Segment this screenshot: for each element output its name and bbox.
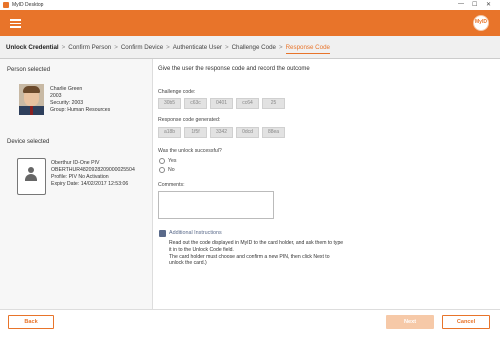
minimize-button[interactable]: — (458, 1, 464, 7)
device-serial: OBERTHUR4820928209000025504 (51, 167, 135, 173)
person-id: 2003 (50, 93, 62, 99)
breadcrumb-separator: > (278, 44, 283, 51)
device-section-title: Device selected (7, 139, 50, 145)
breadcrumb-confirm-device: Confirm Device (120, 44, 164, 51)
person-group: Group: Human Resources (50, 107, 111, 113)
person-name: Charlie Green (50, 86, 83, 92)
response-code-5: 88ea (262, 127, 285, 138)
breadcrumb-confirm-person: Confirm Person (68, 44, 112, 51)
yes-radio[interactable] (159, 158, 165, 164)
myid-logo: MyID (473, 15, 489, 31)
breadcrumb-separator: > (166, 44, 170, 51)
response-code-label: Response code generated: (158, 117, 221, 123)
breadcrumb-separator: > (61, 44, 66, 51)
breadcrumb-separator: > (224, 44, 229, 51)
response-code-4: 0dcd (236, 127, 259, 138)
person-security: Security: 2003 (50, 100, 84, 106)
main-panel (153, 59, 500, 309)
app-header: MyID (0, 10, 500, 36)
challenge-code-4: cc64 (236, 98, 259, 109)
challenge-code-label: Challenge code: (158, 89, 196, 95)
breadcrumb: Unlock Credential > Confirm Person > Confirm… (0, 36, 500, 59)
challenge-code-2: c63c (184, 98, 207, 109)
hamburger-icon[interactable] (10, 19, 21, 28)
device-profile: Profile: PIV No Activation (51, 174, 109, 180)
response-code-1: a18b (158, 127, 181, 138)
person-details: Charlie Green 2003 Security: 2003 Group:… (50, 86, 110, 114)
window-title: MyID Desktop (12, 2, 44, 8)
instructions-text: Read out the code displayed in MyID to t… (169, 240, 344, 267)
comments-label: Comments: (158, 182, 185, 188)
breadcrumb-separator: > (114, 44, 118, 51)
yes-label: Yes (168, 158, 177, 164)
main-heading: Give the user the response code and reco… (158, 66, 310, 72)
cancel-button[interactable]: Cancel (442, 315, 490, 329)
challenge-code-3: 0401 (210, 98, 233, 109)
close-window-button[interactable]: ✕ (486, 1, 491, 8)
back-button[interactable]: Back (8, 315, 54, 329)
instructions-icon (159, 230, 166, 237)
person-photo (19, 84, 44, 115)
breadcrumb-response-code: Response Code (285, 44, 330, 54)
maximize-button[interactable]: ☐ (472, 1, 477, 8)
challenge-code-1: 30b5 (158, 98, 181, 109)
device-expiry: Expiry Date: 14/02/2017 12:53:06 (51, 181, 129, 187)
device-name: Oberthur ID-One PIV (51, 160, 100, 166)
breadcrumb-authenticate-user: Authenticate User (172, 44, 222, 51)
no-label: No (168, 167, 175, 173)
device-details: Oberthur ID-One PIV OBERTHUR482092820900… (51, 160, 135, 188)
person-section-title: Person selected (7, 67, 51, 73)
instructions-title: Additional Instructions (169, 230, 222, 236)
breadcrumb-unlock-credential: Unlock Credential (6, 44, 59, 51)
unlock-question: Was the unlock successful? (158, 148, 222, 154)
next-button[interactable]: Next (386, 315, 434, 329)
breadcrumb-challenge-code: Challenge Code (231, 44, 276, 51)
response-code-2: 1f5f (184, 127, 207, 138)
challenge-code-5: 25 (262, 98, 285, 109)
no-radio[interactable] (159, 167, 165, 173)
response-code-3: 3342 (210, 127, 233, 138)
comments-field[interactable] (158, 191, 274, 219)
smart-card-icon (17, 158, 46, 195)
app-icon (3, 2, 9, 8)
